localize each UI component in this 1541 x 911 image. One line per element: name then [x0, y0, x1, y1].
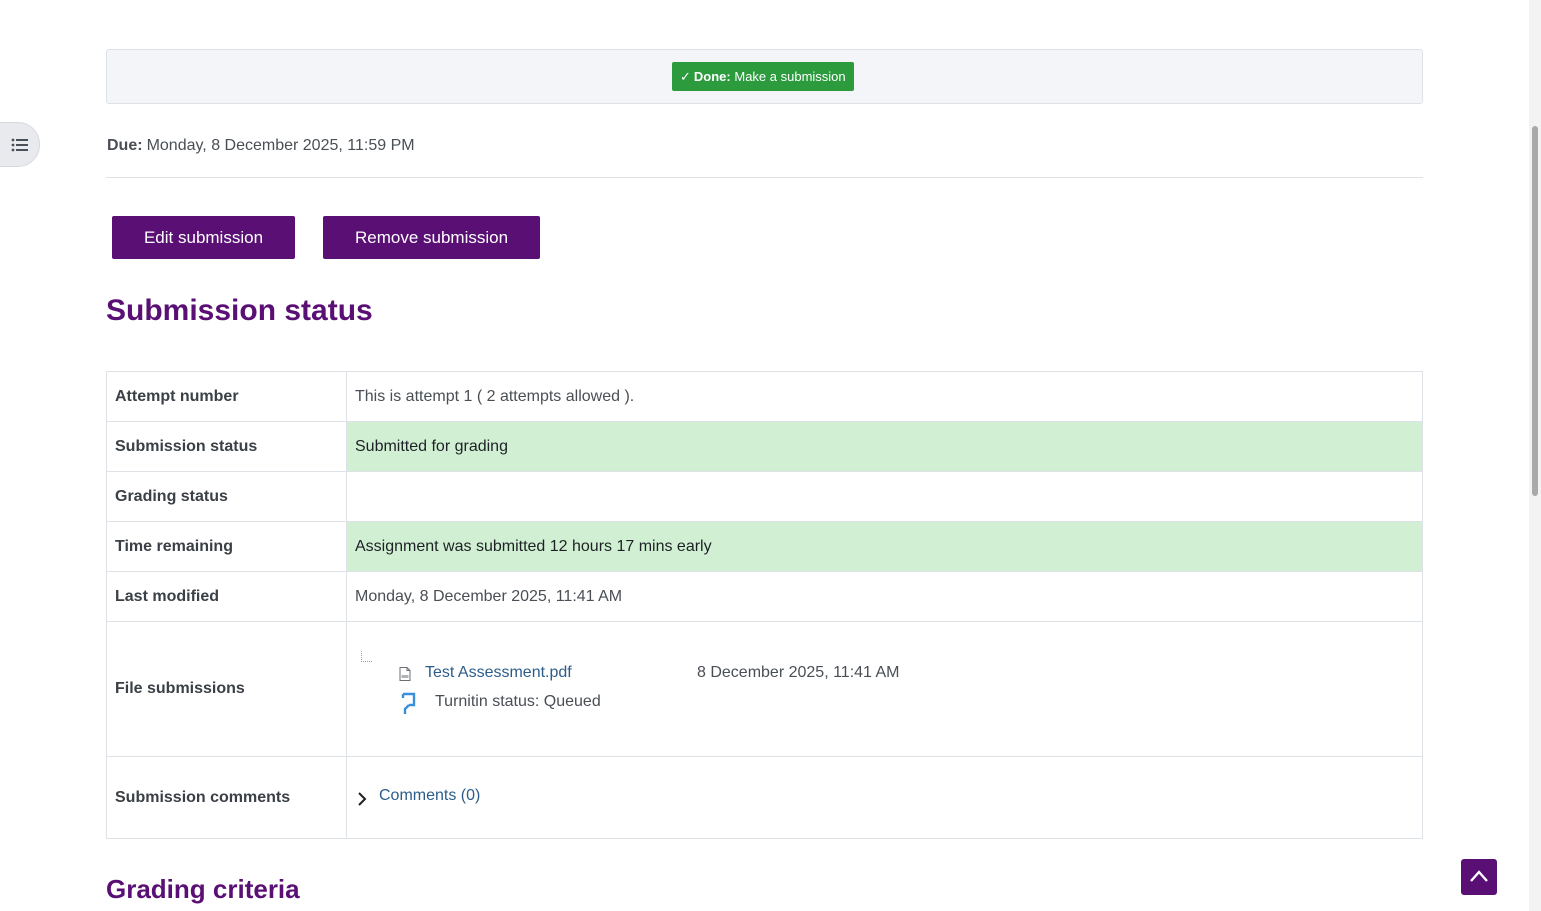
submission-comments-cell: Comments (0) [346, 756, 1423, 839]
pdf-icon [399, 667, 411, 681]
table-row: Submission status Submitted for grading [106, 421, 1423, 472]
turnitin-status: Turnitin status: Queued [435, 693, 601, 710]
file-submissions-cell: Test Assessment.pdf 8 December 2025, 11:… [346, 621, 1423, 757]
file-tree: Test Assessment.pdf 8 December 2025, 11:… [355, 622, 1414, 756]
chevron-right-icon[interactable] [357, 792, 367, 806]
done-text: Make a submission [734, 69, 846, 84]
submission-status-label: Submission status [106, 421, 347, 472]
time-remaining-label: Time remaining [106, 521, 347, 572]
back-to-top-button[interactable] [1461, 859, 1497, 895]
chevron-up-icon [1470, 870, 1488, 882]
grading-criteria-heading: Grading criteria [106, 874, 300, 904]
comments-toggle[interactable]: Comments (0) [355, 757, 1414, 838]
last-modified-label: Last modified [106, 571, 347, 622]
table-row: Last modified Monday, 8 December 2025, 1… [106, 571, 1423, 622]
submission-status-table: Attempt number This is attempt 1 ( 2 att… [106, 371, 1423, 839]
grading-status-label: Grading status [106, 471, 347, 522]
completion-done-badge: ✓ Done: Make a submission [672, 62, 854, 91]
table-row: Submission comments Comments (0) [106, 756, 1423, 839]
due-value: Monday, 8 December 2025, 11:59 PM [146, 137, 415, 154]
table-row: Attempt number This is attempt 1 ( 2 att… [106, 371, 1423, 422]
scrollbar-thumb[interactable] [1532, 126, 1538, 496]
tree-connector [361, 651, 372, 662]
file-submissions-label: File submissions [106, 621, 347, 757]
submission-status-heading: Submission status [106, 294, 373, 327]
due-date: Due: Monday, 8 December 2025, 11:59 PM [107, 137, 415, 155]
list-icon [11, 138, 28, 152]
due-label: Due: [107, 137, 143, 154]
course-index-toggle[interactable] [0, 122, 40, 167]
file-link[interactable]: Test Assessment.pdf [425, 664, 572, 682]
remove-submission-button[interactable]: Remove submission [323, 216, 540, 259]
done-label: Done: [693, 69, 731, 84]
table-row: Grading status [106, 471, 1423, 522]
assignment-page: ✓ Done: Make a submission Due: Monday, 8 D… [0, 0, 1541, 911]
file-date: 8 December 2025, 11:41 AM [697, 664, 900, 681]
table-row: File submissions Test Assessment.pdf 8 D… [106, 621, 1423, 757]
submission-comments-label: Submission comments [106, 756, 347, 839]
turnitin-icon [401, 692, 416, 714]
page-scrollbar[interactable] [1529, 0, 1541, 911]
table-row: Time remaining Assignment was submitted … [106, 521, 1423, 572]
attempt-number-value: This is attempt 1 ( 2 attempts allowed )… [346, 371, 1423, 422]
divider [106, 177, 1423, 178]
grading-status-value [346, 471, 1423, 522]
attempt-number-label: Attempt number [106, 371, 347, 422]
last-modified-value: Monday, 8 December 2025, 11:41 AM [346, 571, 1423, 622]
edit-submission-button[interactable]: Edit submission [112, 216, 295, 259]
time-remaining-value: Assignment was submitted 12 hours 17 min… [346, 521, 1423, 572]
check-icon: ✓ [680, 69, 691, 84]
comments-link[interactable]: Comments (0) [379, 787, 480, 805]
submission-status-value: Submitted for grading [346, 421, 1423, 472]
